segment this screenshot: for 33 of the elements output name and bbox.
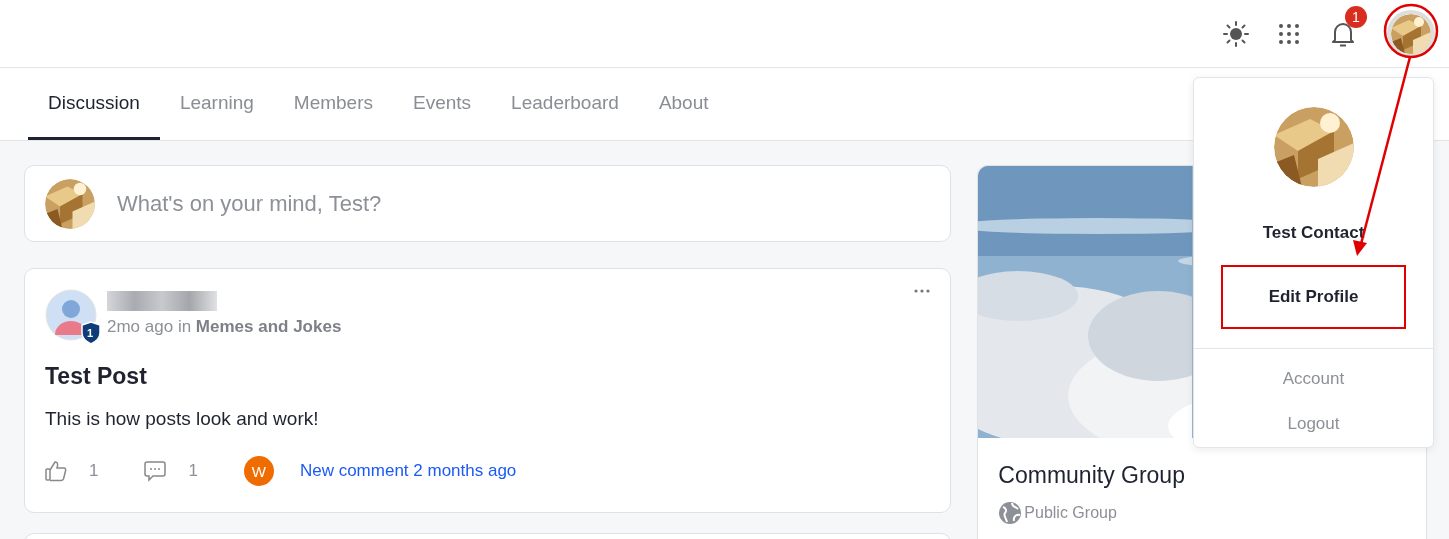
- rank-number: 1: [85, 326, 95, 341]
- tab[interactable]: Discussion: [28, 68, 160, 140]
- commenter-avatar: W: [243, 456, 274, 486]
- post-title: Test Post: [45, 363, 148, 390]
- sun-icon[interactable]: [1223, 20, 1249, 47]
- comment-icon[interactable]: [144, 460, 167, 482]
- more-options-icon[interactable]: [914, 289, 931, 293]
- tab[interactable]: About: [638, 68, 729, 140]
- comment-count: 1: [188, 461, 198, 481]
- tab[interactable]: Leaderboard: [491, 68, 639, 140]
- globe-icon: [998, 501, 1023, 525]
- post-input-field[interactable]: What's on your mind, Test?: [115, 189, 819, 218]
- post-body: This is how posts look and work!: [45, 408, 320, 430]
- apps-grid-icon[interactable]: [1279, 23, 1299, 44]
- menu-item[interactable]: Logout: [1221, 401, 1406, 446]
- avatar: [1391, 13, 1431, 54]
- bell-icon[interactable]: [1331, 20, 1355, 47]
- group-privacy: Public Group: [1024, 504, 1117, 522]
- post-input-field[interactable]: What's on your mind, Test?: [24, 165, 952, 242]
- menu-item[interactable]: Account: [1221, 356, 1406, 401]
- tab[interactable]: Learning: [159, 68, 274, 140]
- annotation-circle: [1383, 3, 1439, 59]
- thumbs-up-icon[interactable]: [45, 460, 67, 482]
- rank-badge-icon: [81, 321, 101, 345]
- menu-item[interactable]: Edit Profile: [1221, 265, 1406, 329]
- tab[interactable]: Events: [393, 68, 492, 140]
- latest-comment-link[interactable]: New comment 2 months ago: [299, 461, 517, 481]
- tab[interactable]: Members: [273, 68, 393, 140]
- notification-badge: 1: [1345, 5, 1367, 28]
- group-name: Community Group: [998, 462, 1186, 489]
- avatar: [45, 178, 95, 229]
- post-meta: 2mo ago in Memes and Jokes: [107, 317, 342, 337]
- like-count: 1: [89, 461, 99, 481]
